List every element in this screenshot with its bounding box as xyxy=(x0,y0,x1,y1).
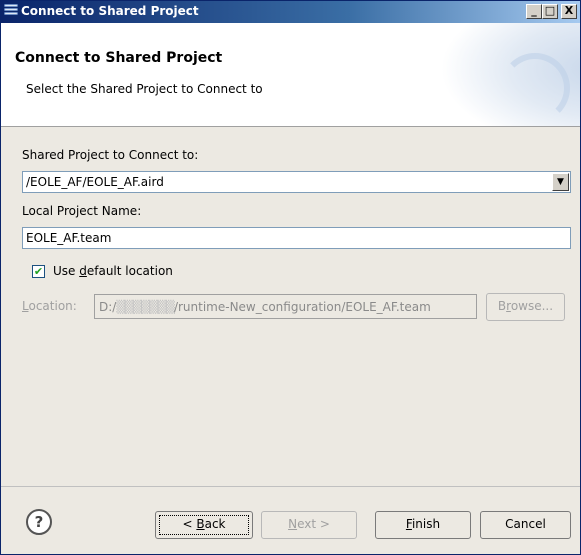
local-project-name-input[interactable]: EOLE_AF.team xyxy=(22,227,571,249)
label-part: inish xyxy=(411,517,441,531)
location-masked: ▒▒▒▒▒▒▒ xyxy=(116,300,175,314)
label-part: Use xyxy=(53,264,80,278)
label-part: ext > xyxy=(297,517,330,531)
maximize-button[interactable]: □ xyxy=(542,4,558,19)
shared-project-label: Shared Project to Connect to: xyxy=(22,148,199,162)
eclipse-app-icon xyxy=(4,4,18,19)
label-part: ocation: xyxy=(28,299,77,313)
back-button[interactable]: < Back xyxy=(155,511,253,539)
location-suffix: /runtime-New_configuration/EOLE_AF.team xyxy=(173,300,431,314)
browse-button[interactable]: Browse... xyxy=(486,293,565,321)
cancel-button[interactable]: Cancel xyxy=(480,511,571,539)
location-value: D:/▒▒▒▒▒▒▒/runtime-New_configuration/EOL… xyxy=(99,300,431,314)
minimize-button[interactable]: _ xyxy=(526,4,542,19)
local-project-name-value: EOLE_AF.team xyxy=(26,231,112,245)
location-prefix: D:/ xyxy=(99,300,117,314)
mnemonic: d xyxy=(79,264,87,278)
page-description: Select the Shared Project to Connect to xyxy=(26,82,263,96)
label-part: efault location xyxy=(86,264,173,278)
close-button[interactable]: X xyxy=(561,4,577,19)
label-part: owse... xyxy=(510,299,554,313)
next-button[interactable]: Next > xyxy=(261,511,357,539)
focus-ring xyxy=(159,515,249,535)
window-title: Connect to Shared Project xyxy=(21,4,199,18)
use-default-location-label[interactable]: Use default location xyxy=(53,264,173,278)
shared-project-combo[interactable]: /EOLE_AF/EOLE_AF.aird ▼ xyxy=(22,171,571,193)
mnemonic: N xyxy=(288,517,298,531)
wizard-banner: Connect to Shared Project Select the Sha… xyxy=(1,23,580,127)
use-default-location-checkbox[interactable]: ✔ xyxy=(32,265,45,278)
banner-arc-decoration xyxy=(500,53,570,123)
shared-project-value: /EOLE_AF/EOLE_AF.aird xyxy=(26,175,164,189)
footer-separator xyxy=(1,486,580,487)
help-icon[interactable]: ? xyxy=(26,509,52,535)
finish-button[interactable]: Finish xyxy=(375,511,471,539)
chevron-down-icon[interactable]: ▼ xyxy=(552,173,569,191)
checkmark-icon: ✔ xyxy=(33,265,44,278)
location-label: Location: xyxy=(22,299,77,313)
page-title: Connect to Shared Project xyxy=(15,50,223,66)
label-part: B xyxy=(497,299,507,313)
dialog-window: Connect to Shared Project _ □ X Connect … xyxy=(0,0,581,555)
title-bar[interactable]: Connect to Shared Project _ □ X xyxy=(1,1,580,23)
local-project-name-label: Local Project Name: xyxy=(22,204,142,218)
location-input: D:/▒▒▒▒▒▒▒/runtime-New_configuration/EOL… xyxy=(94,294,477,319)
